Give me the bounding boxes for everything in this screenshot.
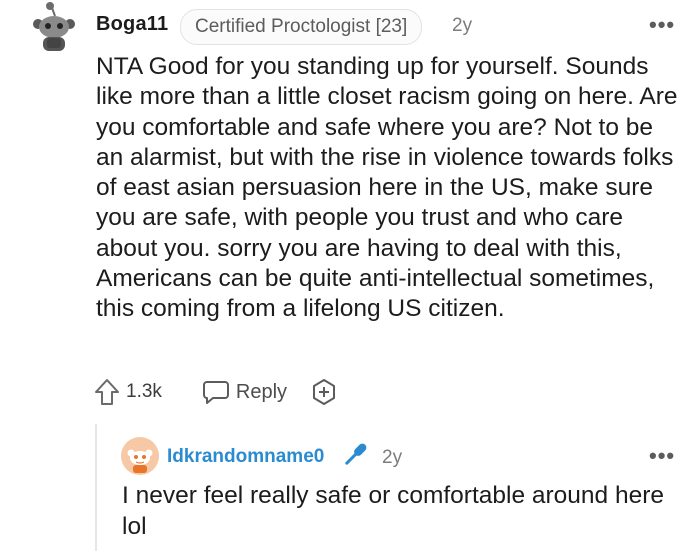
speech-bubble-icon (202, 381, 229, 404)
reply-username[interactable]: Idkrandomname0 (167, 446, 324, 468)
user-flair-text: Certified Proctologist [23] (195, 16, 408, 37)
orange-snoo-avatar-icon (121, 437, 159, 475)
comment-age: 2y (452, 15, 473, 36)
upvote-arrow-icon (95, 379, 119, 405)
snoo-avatar-icon (33, 2, 75, 51)
thread-line[interactable] (95, 424, 97, 551)
reply-more-options-button[interactable]: ••• (649, 443, 675, 469)
reply-button[interactable]: Reply (202, 379, 287, 405)
microphone-icon (345, 443, 367, 465)
reply-avatar[interactable] (121, 437, 159, 475)
award-button[interactable] (309, 377, 339, 407)
user-flair: Certified Proctologist [23] (180, 9, 423, 45)
vote-count: 1.3k (126, 381, 162, 402)
comment-body: NTA Good for you standing up for yoursel… (96, 53, 678, 323)
comment-actions: 1.3k Reply (94, 374, 339, 410)
reply-age: 2y (382, 447, 403, 468)
user-badge (341, 439, 371, 474)
more-options-button[interactable]: ••• (649, 12, 675, 38)
upvote-button[interactable] (94, 378, 120, 406)
reply-button-label: Reply (235, 380, 288, 403)
reply-body: I never feel really safe or comfortable … (122, 482, 665, 540)
comment-username[interactable]: Boga11 (96, 13, 168, 36)
add-award-icon (313, 379, 336, 405)
avatar[interactable] (30, 2, 78, 54)
